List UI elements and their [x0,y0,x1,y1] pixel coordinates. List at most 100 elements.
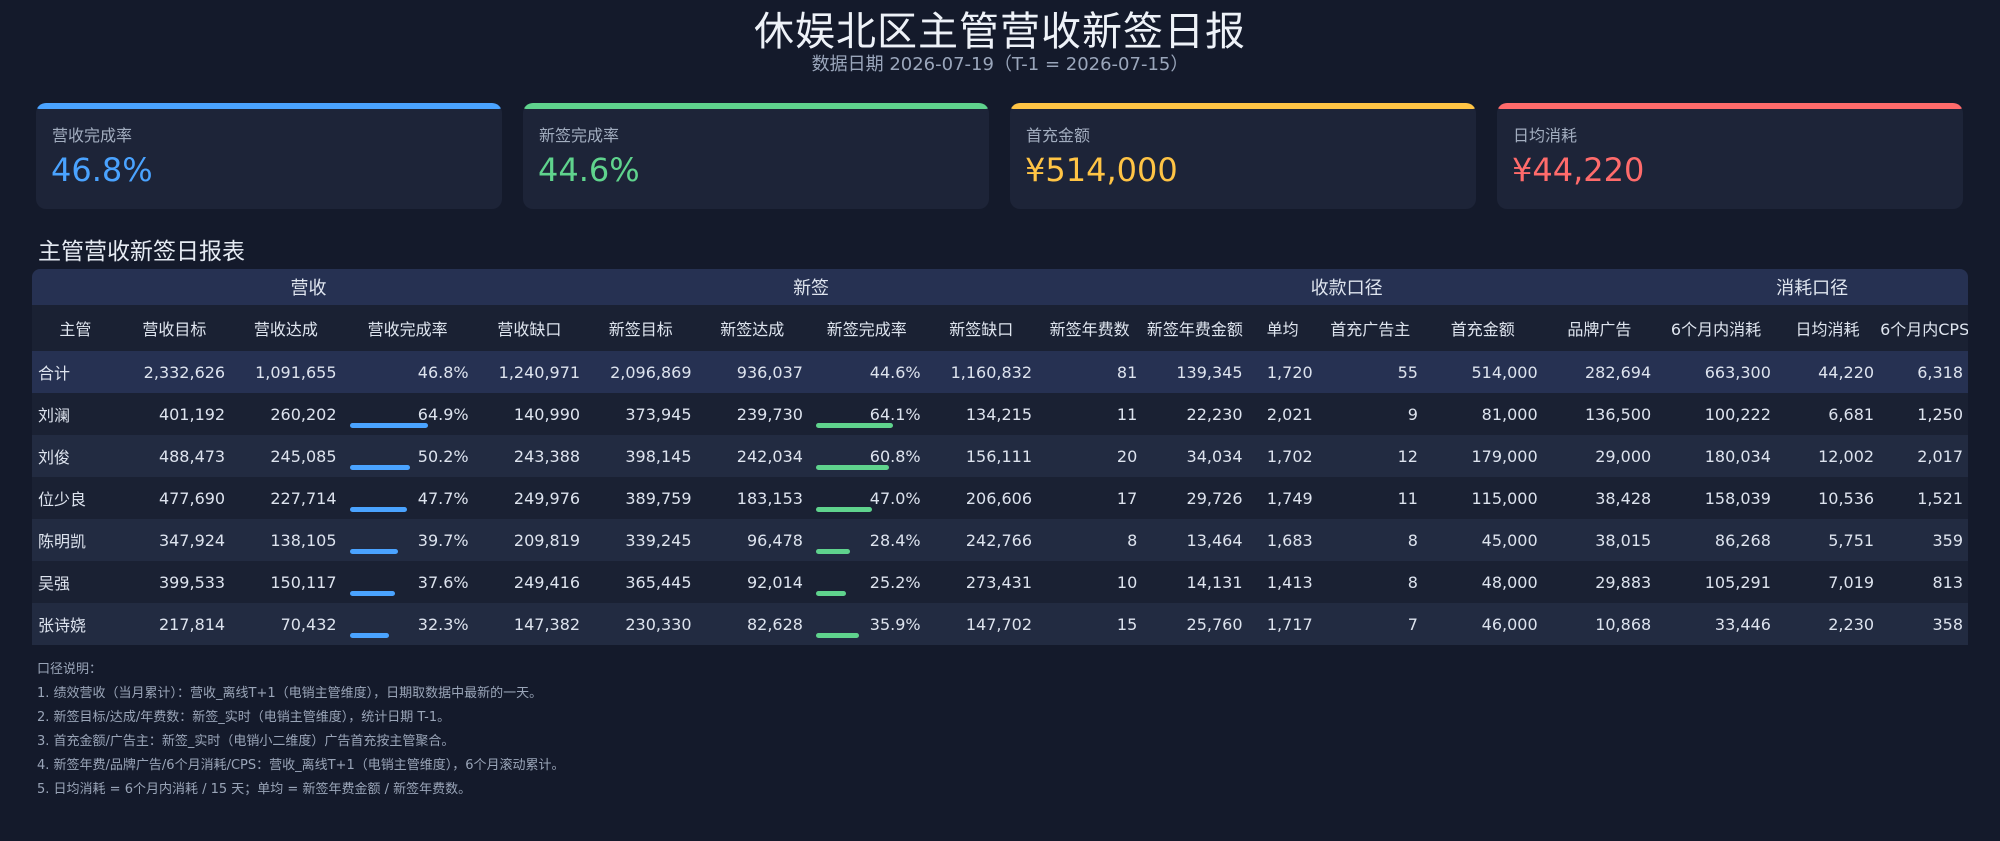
notes-block: 口径说明： 1. 绩效营收（当月累计）：营收_离线T+1（电销主管维度），日期取… [37,658,565,802]
value-cell: 29,883 [1595,572,1652,592]
kpi-card-signing-rate: 新签完成率 44.6% [523,103,989,209]
value-cell: 813 [1932,572,1963,592]
table-row: 吴强 399,533 150,117 37.6% 249,416 365,445 92,01… [32,561,1968,603]
column-header-row: 主管 营收目标 营收达成 营收完成率 营收缺口 新签目标 新签达成 新签完成率 新签缺口 新签年费… [32,305,1968,351]
value-cell: 22,230 [1186,404,1243,424]
completion-rate-cell: 37.6% [342,561,474,603]
completion-mini-bar [815,507,872,512]
value-cell: 1,717 [1266,614,1313,634]
completion-rate-text: 25.2% [869,572,921,592]
value-cell: 389,759 [625,488,692,508]
value-cell: 150,117 [270,572,337,592]
value-cell: 10 [1116,572,1138,592]
value-cell: 13,464 [1186,530,1243,550]
value-cell: 242,766 [965,530,1033,550]
value-cell: 8 [1407,572,1418,592]
completion-mini-bar [815,591,846,596]
kpi-card-daily-spend: 日均消耗 ¥44,220 [1497,103,1963,209]
value-cell: 55 [1397,362,1418,382]
note-line: 5. 日均消耗 = 6个月内消耗 / 15 天；单均 = 新签年费金额 / 新签… [37,782,472,797]
value-cell: 6,681 [1828,404,1875,424]
value-cell: 245,085 [270,446,337,466]
value-cell: 158,039 [1704,488,1771,508]
value-cell: 514,000 [1471,362,1538,382]
completion-mini-bar [349,633,389,638]
value-cell: 358 [1932,614,1963,634]
value-cell: 12,002 [1818,446,1875,466]
kpi-card-first-charge: 首充金额 ¥514,000 [1010,103,1476,209]
value-cell: 401,192 [158,404,226,424]
value-cell: 206,606 [965,488,1033,508]
value-cell: 398,145 [625,446,692,466]
column-header: 新签缺口 [925,305,1038,351]
value-cell: 45,000 [1481,530,1538,550]
completion-rate-text: 28.4% [869,530,921,550]
value-cell: 1,683 [1266,530,1313,550]
value-cell: 249,416 [513,572,581,592]
completion-rate-text: 32.3% [417,614,469,634]
table-row: 刘俊 488,473 245,085 50.2% 243,388 398,145 242,0… [32,435,1968,477]
value-cell: 273,431 [965,572,1033,592]
completion-mini-bar [349,423,428,428]
value-cell: 1,413 [1266,572,1313,592]
kpi-value: 46.8% [51,151,153,189]
completion-rate-cell: 50.2% [342,435,474,477]
completion-mini-bar [349,591,395,596]
value-cell: 100,222 [1704,404,1771,424]
report-table: 营收 新签 收款口径 消耗口径 主管 营收目标 营收达成 营收完成率 营收缺口 新签目标新… [32,269,1968,645]
value-cell: 105,291 [1704,572,1771,592]
column-header: 营收缺口 [473,305,586,351]
kpi-card-revenue-rate: 营收完成率 46.8% [36,103,502,209]
completion-rate-text: 39.7% [417,530,469,550]
group-header-row: 营收 新签 收款口径 消耗口径 [32,269,1968,305]
value-cell: 2,096,869 [610,362,692,382]
group-header-signing: 新签 [585,269,1038,305]
column-header: 营收完成率 [341,305,474,351]
completion-rate-cell: 64.1% [808,393,926,435]
value-cell: 477,690 [158,488,226,508]
completion-mini-bar [349,465,410,470]
value-cell: 44,220 [1818,362,1875,382]
column-header: 单均 [1247,305,1318,351]
value-cell: 217,814 [158,614,226,634]
value-cell: 339,245 [625,530,692,550]
column-header: 主管 [32,305,119,351]
notes-heading: 口径说明： [37,662,103,677]
supervisor-name-cell: 合计 [38,364,71,383]
value-cell: 138,105 [270,530,337,550]
value-cell: 82,628 [746,614,803,634]
value-cell: 156,111 [965,446,1033,466]
value-cell: 29,726 [1186,488,1243,508]
value-cell: 365,445 [625,572,692,592]
supervisor-name-cell: 吴强 [38,574,71,593]
value-cell: 179,000 [1471,446,1538,466]
value-cell: 25,760 [1186,614,1243,634]
value-cell: 373,945 [625,404,692,424]
column-header: 日均消耗 [1775,305,1880,351]
value-cell: 1,250 [1917,404,1963,424]
completion-rate-cell: 47.0% [808,477,926,519]
column-header: 6个月内CPS [1879,305,1968,351]
value-cell: 359 [1932,530,1963,550]
column-header: 新签年费数 [1037,305,1143,351]
value-cell: 20 [1116,446,1138,466]
value-cell: 1,720 [1266,362,1313,382]
completion-mini-bar [349,507,407,512]
completion-rate-text: 47.7% [417,488,469,508]
completion-rate-cell: 35.9% [808,603,926,645]
value-cell: 242,034 [736,446,803,466]
value-cell: 347,924 [158,530,226,550]
column-header: 营收目标 [118,305,231,351]
column-header: 新签完成率 [807,305,926,351]
table-section-title: 主管营收新签日报表 [38,239,245,265]
value-cell: 14,131 [1186,572,1243,592]
value-cell: 140,990 [513,404,581,424]
value-cell: 38,428 [1595,488,1652,508]
value-cell: 147,702 [965,614,1033,634]
kpi-value: ¥44,220 [1512,151,1645,189]
value-cell: 8 [1127,530,1138,550]
value-cell: 249,976 [513,488,581,508]
value-cell: 1,749 [1266,488,1313,508]
value-cell: 9 [1407,404,1418,424]
table-row: 位少良 477,690 227,714 47.7% 249,976 389,759 183,… [32,477,1968,519]
